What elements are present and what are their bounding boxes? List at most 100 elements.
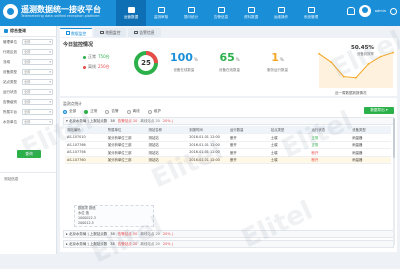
table-cell: 断开 — [228, 141, 269, 149]
radio-option-0[interactable]: 全部 — [63, 109, 76, 114]
radio-circle[interactable] — [84, 109, 89, 114]
column-header[interactable]: 测站编码 — [65, 126, 106, 134]
notification-bell-icon[interactable] — [346, 7, 355, 15]
power-icon[interactable] — [390, 7, 397, 15]
table-cell: 测站站 — [146, 148, 188, 157]
radio-circle[interactable] — [126, 109, 131, 114]
table-cell: 2016-01-01 12:00 — [187, 141, 228, 149]
user-name[interactable]: admin — [375, 9, 386, 13]
radio-option-3[interactable]: 离线 — [126, 109, 140, 114]
table-cell: 雨量器 — [350, 148, 391, 157]
filter-select[interactable]: 全部 — [22, 99, 53, 105]
radio-option-1[interactable]: 正常 — [84, 109, 97, 114]
filter-label: 管理单位 — [3, 39, 17, 44]
filter-row: 水务单位 全部 — [0, 117, 56, 127]
radio-circle[interactable] — [105, 109, 110, 114]
table-cell: AS-107010 — [65, 133, 106, 142]
table-row[interactable]: AS-107766 某分析单位三部 测站站 2016-01-01 12:00 断开 土壤正… — [65, 141, 391, 149]
filter-label: 所属平台 — [3, 109, 17, 114]
filter-select[interactable]: 全部 — [22, 69, 53, 75]
radio-option-4[interactable]: 维护 — [147, 109, 161, 114]
tab-label: 地图监控 — [105, 30, 121, 35]
table-row[interactable]: AS-107756 某分析单位三部 测站站 2016-01-01 12:00 断开 土壤断… — [65, 148, 391, 157]
column-header[interactable]: 站点类型 — [268, 126, 310, 134]
stat-number: 65 — [219, 51, 235, 64]
app-subtitle: Telemetering data unified reception plat… — [21, 14, 100, 18]
nav-item-label: 运维操作 — [273, 14, 289, 19]
table-cell: 2016-01-01 12:00 — [187, 133, 228, 142]
trend-point — [392, 51, 394, 54]
group-alarm: 告警站点 20 — [117, 231, 138, 236]
column-header[interactable]: 设备类型 — [350, 126, 391, 134]
group-row[interactable]: ▸ 北京水务局 | 上报站点数 38 告警站点 20 离线站点 20 20% | — [63, 240, 394, 248]
tab-1[interactable]: 地图监控 — [94, 28, 127, 37]
tab-icon — [134, 30, 138, 35]
device-table: 测站编码 所属单位 测站名称 到报时间 运行数量 站点类型 运行状态 设备类型 AS-1070… — [65, 126, 391, 164]
filter-select[interactable]: 全部 — [22, 119, 53, 125]
filter-select[interactable]: 全部 — [22, 39, 53, 45]
table-cell: 正常 — [309, 133, 351, 142]
radio-option-2[interactable]: 告警 — [105, 109, 119, 114]
filter-select[interactable]: 全部 — [22, 59, 53, 65]
tab-0[interactable]: 数据监控 — [60, 28, 93, 37]
stat-card-0: 100% 设备在线数量 — [170, 52, 198, 73]
nav-item-icon — [187, 6, 195, 13]
group-row[interactable]: ▾ 北京水务局 | 上报站点数 38 告警站点 20 离线站点 20 20% | — [63, 117, 394, 125]
group-offline: 离线站点 20 — [140, 231, 160, 236]
column-header[interactable]: 到报时间 — [187, 126, 228, 134]
tab-2[interactable]: 告警信息 — [128, 28, 161, 37]
column-header[interactable]: 所属单位 — [105, 126, 147, 134]
table-cell: 测站站 — [146, 141, 188, 149]
avatar[interactable] — [358, 5, 371, 17]
nav-item-icon — [277, 6, 285, 13]
table-cell: AS-107760 — [65, 156, 106, 164]
filter-select[interactable]: 全部 — [22, 49, 53, 55]
stat-unit: % — [193, 57, 198, 62]
top-bar: 遥测数据统一接收平台 Telemetering data unified rec… — [0, 0, 400, 26]
filter-select[interactable]: 全部 — [22, 109, 53, 115]
filter-label: 站点类型 — [3, 79, 17, 84]
filter-label: 流域 — [3, 59, 10, 64]
trend-point — [342, 75, 345, 78]
nav-item-0[interactable]: 运营数据 — [116, 0, 146, 26]
legend-label: 离线 — [88, 64, 96, 69]
stat-label: 设备在线数量 — [219, 68, 240, 72]
group-count: 38 — [110, 242, 115, 246]
nav-item-icon — [247, 6, 255, 13]
nav-item-1[interactable]: 监测审核 — [146, 0, 176, 26]
group-offline: 离线站点 20 — [140, 118, 160, 123]
nav-item-icon — [307, 6, 315, 13]
legend-item: 正常 750台 — [83, 54, 110, 60]
tab-label: 数据监控 — [71, 30, 87, 36]
export-button[interactable]: 数据导出 ▾ — [364, 107, 394, 114]
column-header[interactable]: 运行状态 — [309, 126, 351, 134]
radio-circle[interactable] — [147, 109, 152, 114]
legend-dot — [83, 55, 86, 59]
group-name: ▾ 北京水务局 | 上报站点数 — [66, 118, 108, 123]
query-button[interactable]: 查询 — [17, 150, 41, 158]
filter-select[interactable]: 全部 — [22, 89, 53, 95]
trend-point — [367, 63, 370, 65]
nav-item-3[interactable]: 告警信息 — [206, 0, 236, 26]
sidebar-footer-label[interactable]: 测站信息 — [4, 177, 18, 182]
nav-item-2[interactable]: 提问统计 — [176, 0, 206, 26]
stat-value: 65% — [219, 52, 240, 66]
table-row[interactable]: AS-107010 某分析单位三部 测站站 2016-01-01 12:00 断开 土壤正… — [65, 133, 391, 142]
table-cell: 断开 — [228, 133, 269, 142]
table-row[interactable]: AS-107760 某分析单位三部 测站站 2016-01-01 12:00 断开 土壤断… — [65, 156, 391, 164]
status-legend: 正常 750台 离线 250台 — [83, 54, 110, 74]
panel-scrollbar[interactable] — [393, 118, 395, 246]
filter-select[interactable]: 全部 — [22, 79, 53, 85]
group-row[interactable]: ▸ 北京水务局 | 上报站点数 38 告警站点 20 离线站点 20 20% | — [63, 230, 394, 238]
nav-item-6[interactable]: 系统管理 — [296, 0, 326, 26]
stat-label: 设备在线数量 — [173, 68, 195, 72]
table-cell: 断开 — [309, 148, 351, 157]
nav-item-4[interactable]: 资料数据 — [236, 0, 266, 26]
nav-item-label: 运营数据 — [123, 14, 139, 19]
column-header[interactable]: 测站名称 — [146, 126, 188, 134]
column-header[interactable]: 运行数量 — [228, 126, 269, 134]
trend-point — [379, 55, 382, 58]
filter-row: 设备类型 全部 — [0, 67, 56, 77]
radio-circle[interactable] — [63, 109, 67, 114]
nav-item-5[interactable]: 运维操作 — [266, 0, 296, 26]
